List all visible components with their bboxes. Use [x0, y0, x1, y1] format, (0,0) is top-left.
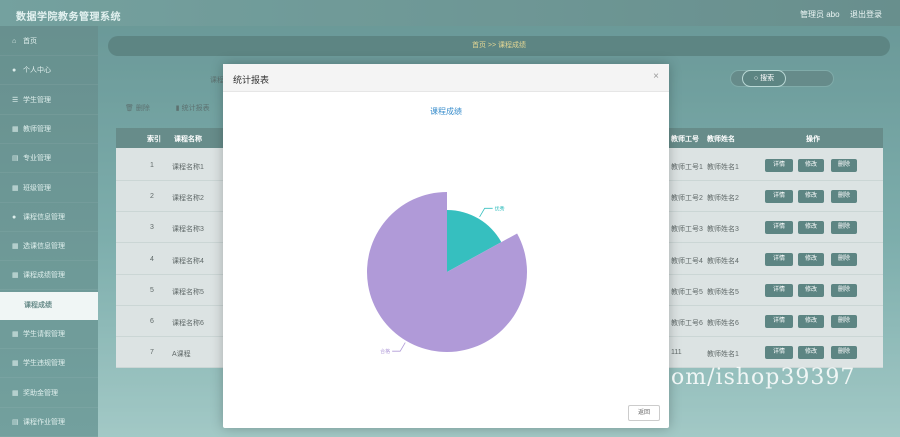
pie-label-0: 优秀	[495, 205, 505, 212]
pie-label-1: 合格	[380, 348, 390, 355]
pie-label-line-1	[392, 342, 406, 352]
pie-label-line-0	[479, 207, 493, 218]
back-button[interactable]: 返回	[628, 405, 660, 421]
watermark-text: https://www.huzhan.com/ishop39397	[410, 365, 856, 390]
pie-slice-1[interactable]	[366, 192, 527, 352]
